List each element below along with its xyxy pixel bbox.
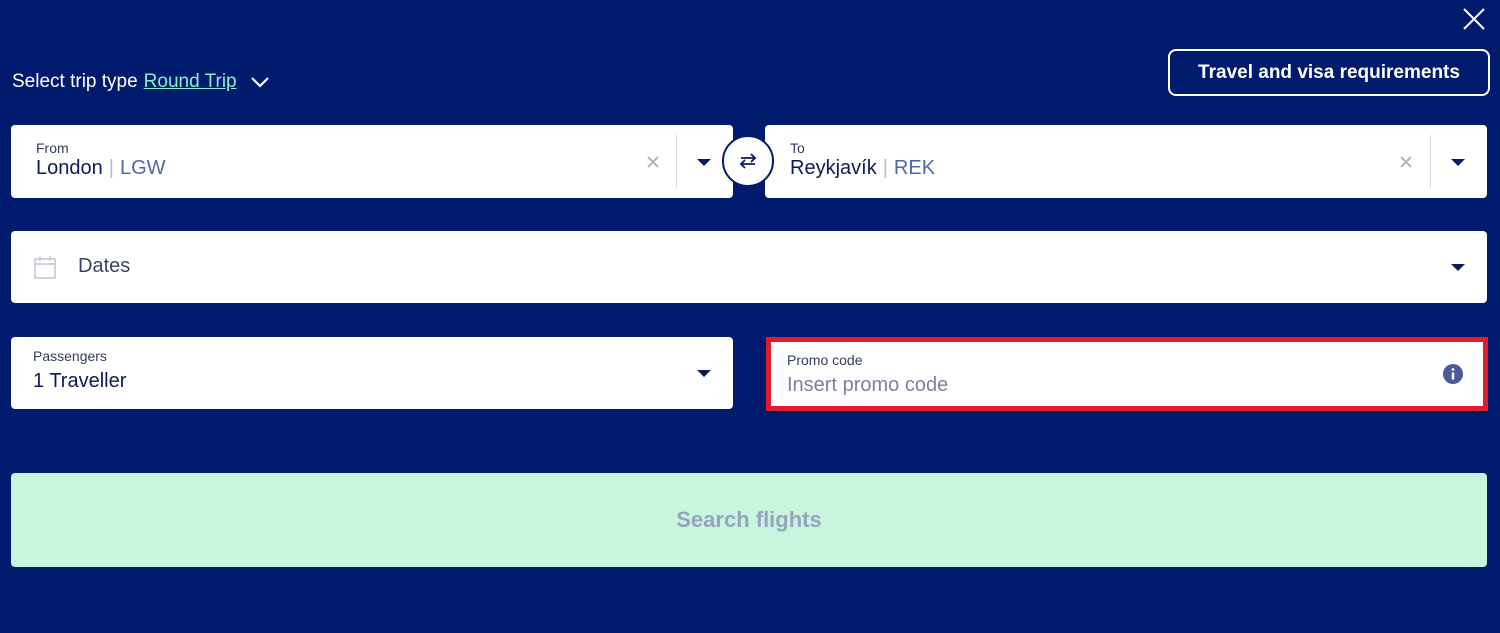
calendar-icon — [34, 256, 56, 279]
dates-field[interactable]: Dates — [11, 231, 1487, 303]
passengers-label: Passengers — [33, 348, 107, 364]
divider: | — [882, 157, 888, 179]
swap-airports-button[interactable] — [722, 135, 774, 187]
travel-visa-requirements-label: Travel and visa requirements — [1198, 61, 1460, 83]
search-flights-button[interactable]: Search flights — [11, 473, 1487, 567]
swap-arrows-icon — [739, 153, 757, 169]
passengers-value: 1 Traveller — [33, 370, 127, 392]
passengers-caret-down-icon[interactable] — [697, 370, 711, 377]
from-city: London — [36, 157, 103, 179]
to-value[interactable]: Reykjavík | REK — [790, 157, 935, 180]
promo-code-label: Promo code — [787, 352, 863, 368]
from-field[interactable]: From London | LGW — [11, 125, 733, 198]
clear-from-icon[interactable] — [646, 155, 660, 169]
trip-type-selector[interactable]: Select trip type Round Trip — [12, 68, 271, 96]
from-caret-down-icon[interactable] — [697, 159, 711, 166]
passengers-field[interactable]: Passengers 1 Traveller — [11, 337, 733, 409]
info-icon[interactable] — [1443, 364, 1463, 384]
to-city: Reykjavík — [790, 157, 877, 179]
promo-code-input[interactable] — [787, 372, 1427, 398]
dates-caret-down-icon[interactable] — [1451, 264, 1465, 271]
chevron-down-icon[interactable] — [249, 71, 271, 93]
divider: | — [108, 157, 114, 179]
from-label: From — [36, 140, 69, 156]
promo-code-field[interactable]: Promo code — [766, 337, 1488, 411]
divider — [1430, 135, 1431, 188]
travel-visa-requirements-button[interactable]: Travel and visa requirements — [1168, 49, 1490, 96]
to-caret-down-icon[interactable] — [1451, 159, 1465, 166]
trip-type-value[interactable]: Round Trip — [144, 71, 237, 93]
to-field[interactable]: To Reykjavík | REK — [765, 125, 1487, 198]
search-flights-label: Search flights — [676, 507, 822, 532]
trip-type-label: Select trip type — [12, 71, 138, 92]
dates-label: Dates — [78, 255, 131, 277]
clear-to-icon[interactable] — [1399, 155, 1413, 169]
close-icon[interactable] — [1460, 5, 1488, 33]
to-code: REK — [893, 157, 936, 179]
divider — [676, 135, 677, 188]
to-label: To — [790, 140, 805, 156]
from-value[interactable]: London | LGW — [36, 157, 166, 180]
from-code: LGW — [119, 157, 166, 179]
